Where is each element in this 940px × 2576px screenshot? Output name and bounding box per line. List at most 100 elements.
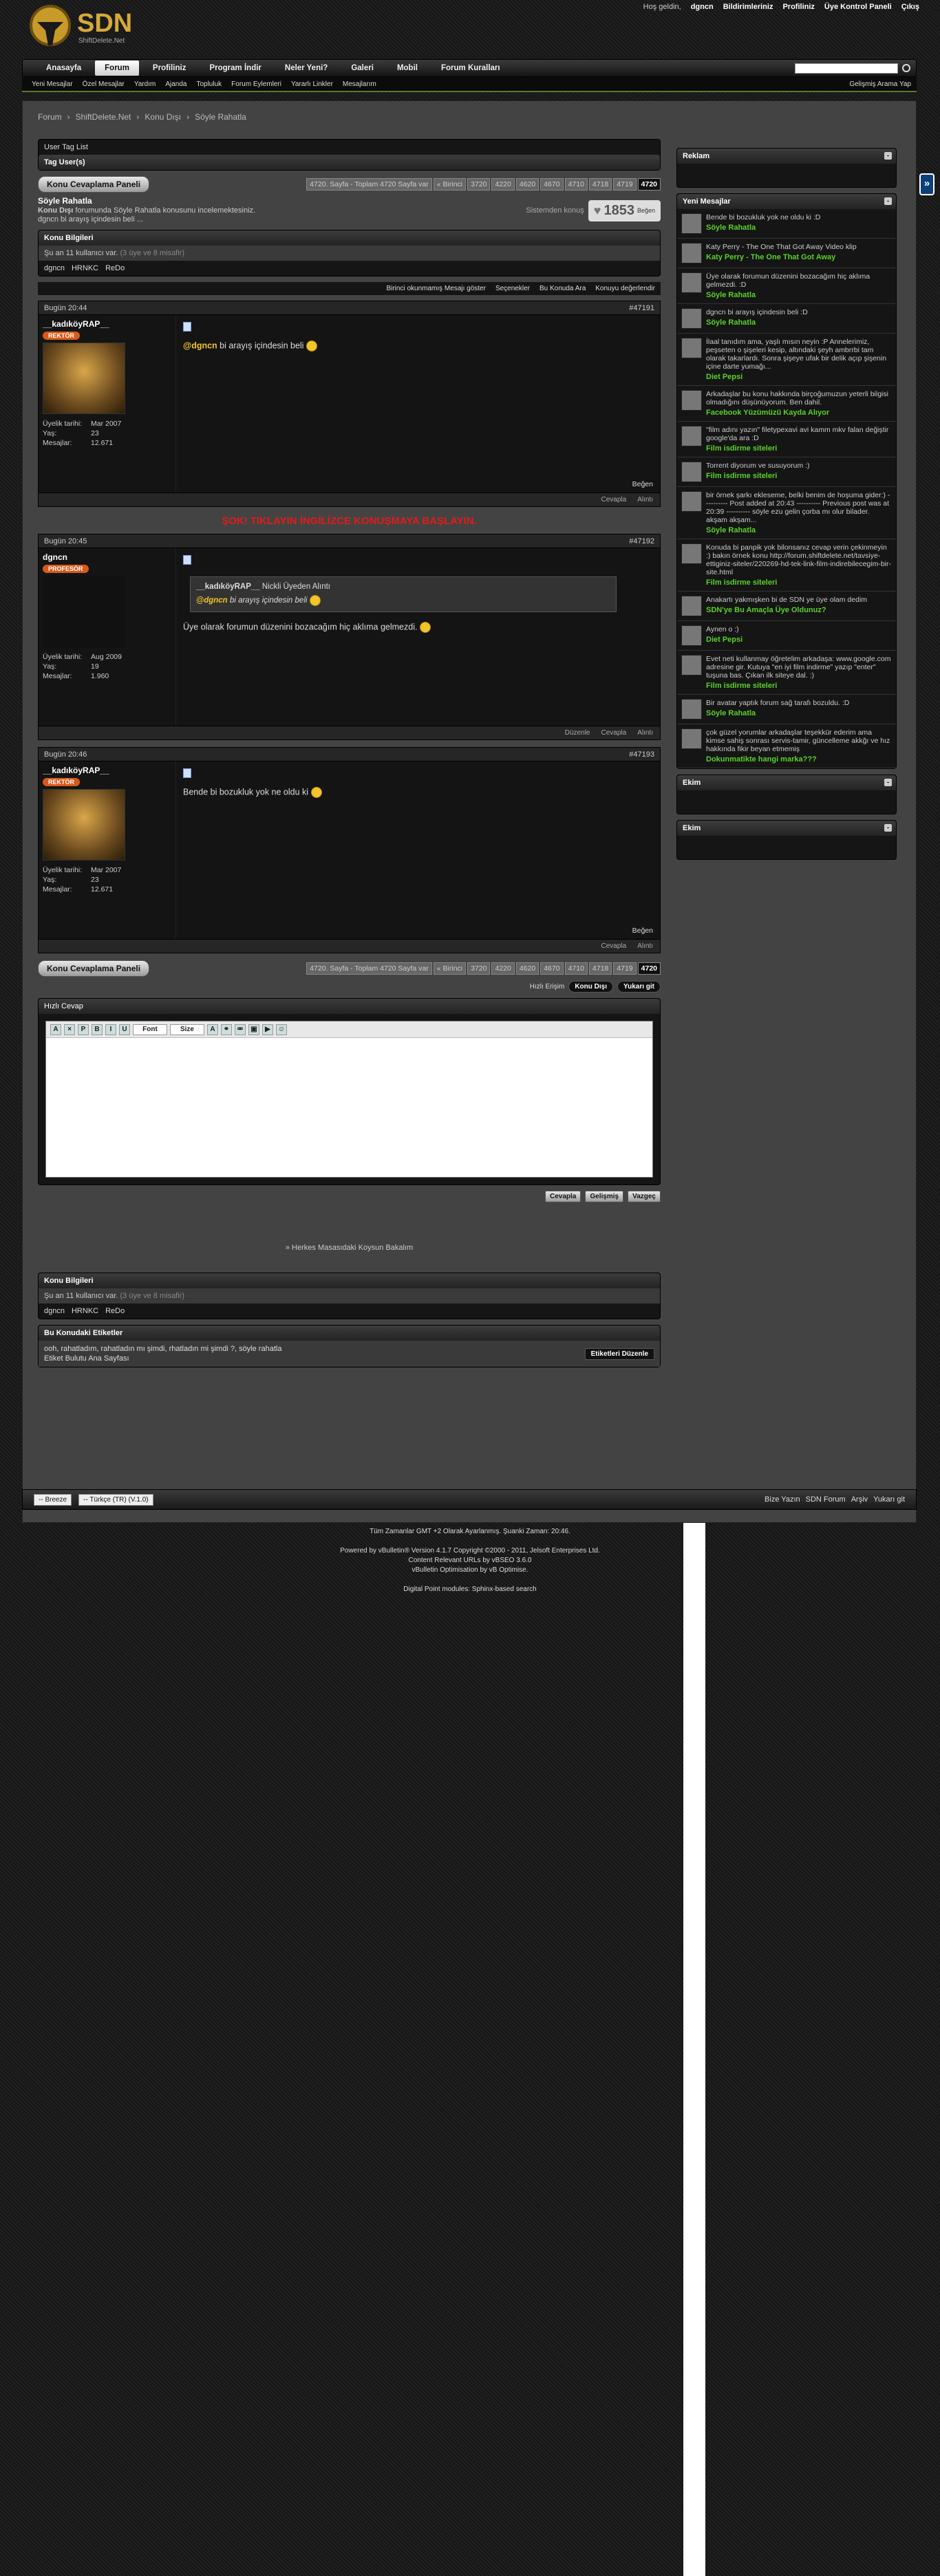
avatar[interactable] [681, 596, 702, 616]
page-link[interactable]: 4220 [491, 962, 515, 975]
subnav-private-messages[interactable]: Özel Mesajlar [83, 80, 125, 88]
page-first[interactable]: « Birinci [433, 962, 467, 975]
language-select[interactable]: -- Türkçe (TR) (V.1.0) [78, 1493, 153, 1506]
mention-link[interactable]: @dgncn [183, 340, 217, 350]
page-link[interactable]: 4719 [613, 178, 637, 191]
advanced-reply-button[interactable]: Gelişmiş [585, 1191, 624, 1202]
collapse-icon[interactable]: - [884, 824, 892, 832]
contact-link[interactable]: Bize Yazın [765, 1495, 800, 1504]
sidebar-post[interactable]: "film adını yazın" filetypexavi avi kamm… [677, 422, 896, 457]
tab-whats-new[interactable]: Neler Yeni? [275, 61, 337, 76]
image-icon[interactable]: ▣ [248, 1024, 259, 1035]
quote-link[interactable]: Alıntı [637, 729, 653, 737]
quote-link[interactable]: Alıntı [637, 942, 653, 950]
edit-link[interactable]: Düzenle [565, 729, 590, 737]
search-icon[interactable] [902, 64, 910, 72]
collapse-icon[interactable]: - [884, 152, 892, 160]
sidebar-post-title[interactable]: Söyle Rahatla [706, 291, 892, 299]
italic-icon[interactable]: I [105, 1024, 116, 1035]
tab-downloads[interactable]: Program İndir [200, 61, 270, 76]
avatar[interactable] [681, 625, 702, 646]
avatar[interactable] [681, 543, 702, 564]
page-link[interactable]: 4220 [491, 178, 515, 191]
tab-profile[interactable]: Profiliniz [143, 61, 196, 76]
video-icon[interactable]: ▶ [262, 1024, 273, 1035]
sidebar-post[interactable]: Aynen o :) Diet Pepsi [677, 621, 896, 651]
thread-forum[interactable]: Konu Dışı [38, 206, 73, 215]
like-counter[interactable]: ♥ 1853 Beğen [588, 199, 661, 221]
paste-icon[interactable]: P [78, 1024, 89, 1035]
subnav-my-posts[interactable]: Mesajlarım [343, 80, 376, 88]
page-link[interactable]: 4718 [588, 178, 612, 191]
like-button[interactable]: Beğen [632, 927, 653, 935]
format-icon[interactable]: A [50, 1024, 61, 1035]
sidebar-post-title[interactable]: Söyle Rahatla [706, 224, 820, 232]
page-link[interactable]: 4719 [613, 962, 637, 975]
page-link[interactable]: 4620 [515, 962, 540, 975]
username-link[interactable]: dgncn [691, 3, 714, 11]
online-user[interactable]: ReDo [105, 264, 125, 272]
notifications-link[interactable]: Bildirimleriniz [723, 3, 773, 11]
sidebar-post-title[interactable]: Film isdirme siteleri [706, 444, 892, 453]
breadcrumb-forum[interactable]: Forum [38, 112, 62, 122]
avatar[interactable] [681, 491, 702, 512]
post-reply-button[interactable]: Cevapla [545, 1191, 581, 1202]
sidebar-post[interactable]: Anakartı yakmışken bi de SDN ye üye olam… [677, 592, 896, 621]
sidebar-post[interactable]: Katy Perry - The One That Got Away Video… [677, 239, 896, 268]
post-number[interactable]: #47192 [629, 537, 654, 545]
search-thread-menu[interactable]: Bu Konuda Ara [540, 285, 586, 292]
style-select[interactable]: -- Breeze [34, 1493, 72, 1506]
sidebar-post-title[interactable]: Film isdirme siteleri [706, 578, 892, 587]
quote-author[interactable]: __kadıköyRAP__ [196, 583, 260, 591]
post-username[interactable]: __kadıköyRAP__ [43, 766, 171, 775]
avatar[interactable] [43, 343, 125, 414]
page-link[interactable]: 4620 [515, 178, 540, 191]
tab-gallery[interactable]: Galeri [341, 61, 383, 76]
sidebar-post-title[interactable]: Dokunmatikte hangi marka??? [706, 755, 892, 764]
online-user[interactable]: ReDo [105, 1307, 125, 1315]
edit-tags-button[interactable]: Etiketleri Düzenle [584, 1347, 654, 1360]
sidebar-post[interactable]: bir örnek şarkı ekleseme, belki benim de… [677, 487, 896, 539]
subnav-new-posts[interactable]: Yeni Mesajlar [32, 80, 73, 88]
page-link[interactable]: 4710 [564, 962, 588, 975]
sidebar-post-title[interactable]: Söyle Rahatla [706, 318, 808, 327]
reply-link[interactable]: Cevapla [601, 496, 627, 504]
size-select[interactable]: Size [170, 1024, 204, 1035]
tag-list[interactable]: ooh, rahatladım, rahatladın mı şimdi, rh… [44, 1345, 281, 1353]
subnav-community[interactable]: Topluluk [196, 80, 222, 88]
avatar[interactable] [681, 213, 702, 234]
promo-red-link[interactable]: ŞOK! TIKLAYIN İNGİLİZCE KONUŞMAYA BAŞLAY… [38, 515, 661, 527]
bold-icon[interactable]: B [92, 1024, 103, 1035]
forum-link[interactable]: SDN Forum [806, 1495, 846, 1504]
sidebar-post-title[interactable]: SDN'ye Bu Amaçla Üye Oldunuz? [706, 606, 867, 614]
online-user[interactable]: HRNKC [72, 1307, 98, 1315]
breadcrumb-thread[interactable]: Söyle Rahatla [195, 112, 246, 122]
collapse-icon[interactable]: - [884, 779, 892, 786]
remove-format-icon[interactable]: × [64, 1024, 75, 1035]
page-link[interactable]: 4718 [588, 962, 612, 975]
sidebar-post-title[interactable]: Film isdirme siteleri [706, 682, 892, 690]
mention-link[interactable]: @dgncn [196, 596, 228, 605]
page-link[interactable]: 4670 [540, 962, 564, 975]
underline-icon[interactable]: U [119, 1024, 130, 1035]
sidebar-post-title[interactable]: Diet Pepsi [706, 373, 892, 381]
post-number[interactable]: #47193 [629, 750, 654, 759]
page-link[interactable]: 3720 [467, 178, 491, 191]
site-logo[interactable]: SDN ShiftDelete.Net [28, 3, 179, 48]
online-user[interactable]: dgncn [44, 1307, 65, 1315]
cancel-button[interactable]: Vazgeç [628, 1191, 661, 1202]
smiley-icon[interactable]: ☺ [276, 1024, 287, 1035]
breadcrumb-sdn[interactable]: ShiftDelete.Net [76, 112, 131, 122]
quote-link[interactable]: Alıntı [637, 496, 653, 504]
options-menu[interactable]: Seçenekler [495, 285, 530, 292]
page-link[interactable]: 4710 [564, 178, 588, 191]
first-unread-link[interactable]: Birinci okunmamış Mesajı göster [386, 285, 486, 292]
avatar[interactable] [681, 462, 702, 482]
avatar[interactable] [681, 308, 702, 329]
online-user[interactable]: HRNKC [72, 264, 98, 272]
tab-rules[interactable]: Forum Kuralları [431, 61, 510, 76]
promo-link[interactable]: » Herkes Masasıdaki Koysun Bakalım [38, 1244, 661, 1252]
sidebar-post[interactable]: Üye olarak forumun düzenini bozacağım hi… [677, 268, 896, 304]
avatar[interactable] [43, 789, 125, 861]
sidebar-post[interactable]: dgncn bi arayış içindesin beli :D Söyle R… [677, 304, 896, 334]
